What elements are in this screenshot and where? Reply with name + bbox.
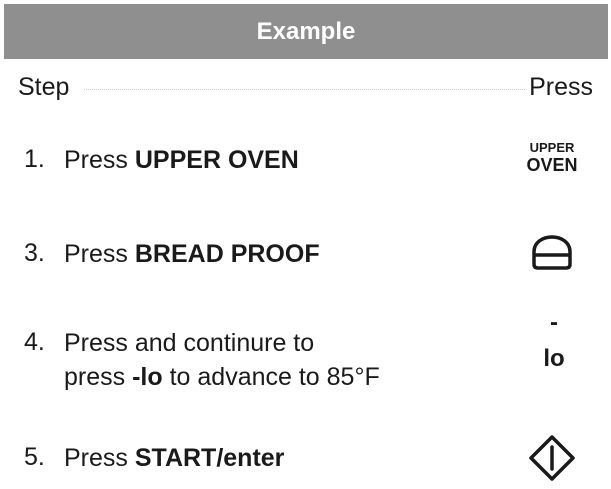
bread-icon[interactable] bbox=[529, 235, 575, 271]
upper-key-line1: UPPER bbox=[529, 140, 575, 155]
lo-key-line1: - bbox=[550, 309, 558, 336]
step-prefix: Press bbox=[64, 444, 135, 472]
step-number: 4. bbox=[24, 328, 45, 356]
step-column-label: Step bbox=[18, 73, 70, 101]
dotted-leader bbox=[84, 89, 525, 90]
lo-key-line2: lo bbox=[543, 345, 565, 372]
step-line2: press -lo to advance to 85°F bbox=[64, 360, 380, 394]
step-key-name: UPPER OVEN bbox=[134, 146, 299, 174]
step-number: 5. bbox=[24, 443, 45, 471]
press-column-label: Press bbox=[529, 73, 593, 101]
upper-oven-key[interactable]: UPPER OVEN bbox=[517, 141, 587, 176]
step-suffix: to advance to 85°F bbox=[162, 363, 380, 391]
column-headers: Step Press bbox=[0, 59, 611, 115]
step-text: Press START/enter bbox=[64, 441, 284, 475]
step-key-name: -lo bbox=[132, 363, 163, 391]
header-title: Example bbox=[256, 17, 356, 45]
step-text: Press BREAD PROOF bbox=[64, 237, 320, 271]
upper-key-line2: OVEN bbox=[526, 155, 578, 175]
step-number: 3. bbox=[24, 239, 45, 267]
step-number: 1. bbox=[24, 145, 45, 173]
step-prefix: press bbox=[64, 363, 133, 391]
step-text: Press UPPER OVEN bbox=[64, 143, 299, 177]
example-header-bar: Example bbox=[4, 4, 608, 59]
step-line1: Press and continure to bbox=[64, 329, 315, 357]
step-prefix: Press bbox=[64, 240, 135, 268]
minus-lo-key[interactable]: - lo bbox=[529, 308, 579, 374]
start-diamond-icon[interactable] bbox=[528, 434, 576, 482]
step-key-name: BREAD PROOF bbox=[134, 240, 320, 268]
step-text: Press and continure to press -lo to adva… bbox=[64, 326, 380, 394]
step-prefix: Press bbox=[64, 146, 135, 174]
step-key-name: START/enter bbox=[134, 444, 285, 472]
